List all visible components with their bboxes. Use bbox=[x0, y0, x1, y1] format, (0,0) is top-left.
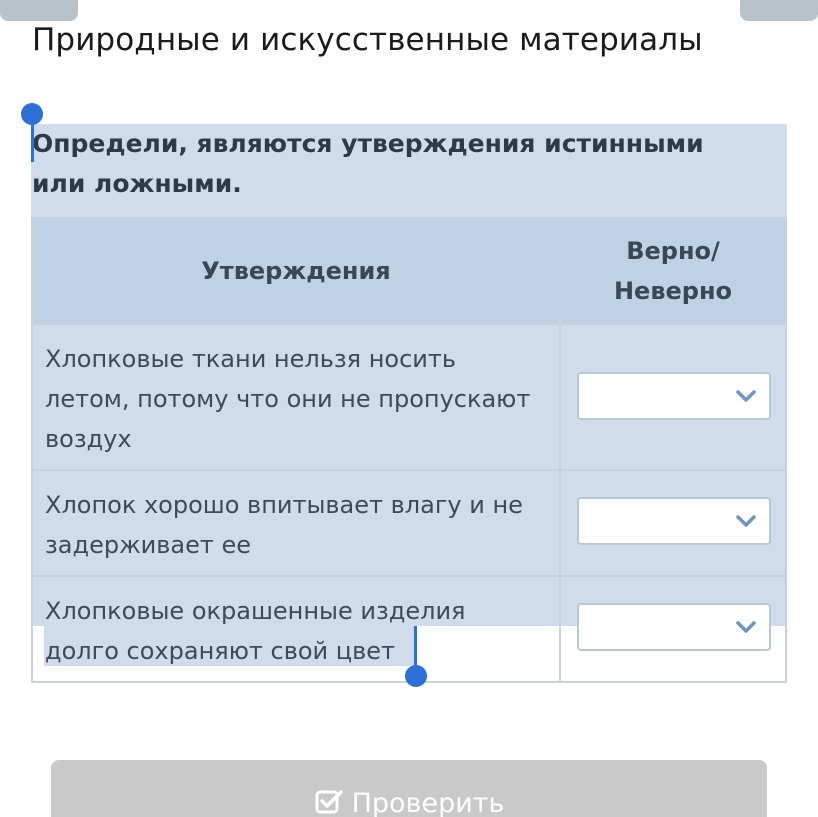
task-question: Определи, являются утверждения истинными… bbox=[32, 129, 704, 198]
statement-cell: Хлопок хорошо впитывает влагу и не задер… bbox=[31, 469, 561, 577]
answer-dropdown-3[interactable] bbox=[577, 603, 771, 651]
check-button-content: Проверить bbox=[51, 788, 767, 817]
statement-cell: Хлопковые окрашенные изделия долго сохра… bbox=[31, 575, 561, 683]
chevron-down-icon bbox=[733, 383, 759, 409]
statement-cell: Хлопковые ткани нельзя носить летом, пот… bbox=[31, 323, 561, 471]
chevron-down-icon bbox=[733, 614, 759, 640]
checkbox-check-icon bbox=[314, 787, 344, 817]
table-header-row: Утверждения Верно/ Неверно bbox=[31, 217, 787, 325]
true-false-table: Утверждения Верно/ Неверно Хлопковые тка… bbox=[31, 217, 787, 683]
header-statements: Утверждения bbox=[31, 217, 561, 325]
page-title: Природные и искусственные материалы bbox=[32, 22, 703, 58]
selection-end-handle[interactable] bbox=[405, 665, 427, 687]
answer-dropdown-2[interactable] bbox=[577, 497, 771, 545]
check-button-label: Проверить bbox=[351, 788, 505, 817]
chevron-down-icon bbox=[733, 508, 759, 534]
header-true-false-line2: Неверно bbox=[613, 277, 733, 305]
header-true-false-line1: Верно/ bbox=[626, 237, 720, 265]
answer-cell bbox=[559, 575, 787, 683]
table-row: Хлопковые ткани нельзя носить летом, пот… bbox=[31, 323, 787, 471]
selection-start-handle[interactable] bbox=[21, 103, 43, 125]
check-button[interactable]: Проверить bbox=[51, 760, 767, 817]
top-nav-tab-right[interactable] bbox=[740, 0, 818, 21]
header-true-false: Верно/ Неверно bbox=[559, 217, 787, 325]
answer-dropdown-1[interactable] bbox=[577, 372, 771, 420]
answer-cell bbox=[559, 469, 787, 577]
selection-end-caret bbox=[414, 626, 417, 670]
table-row: Хлопок хорошо впитывает влагу и не задер… bbox=[31, 469, 787, 577]
answer-cell bbox=[559, 323, 787, 471]
top-nav-tab-left[interactable] bbox=[0, 0, 78, 21]
